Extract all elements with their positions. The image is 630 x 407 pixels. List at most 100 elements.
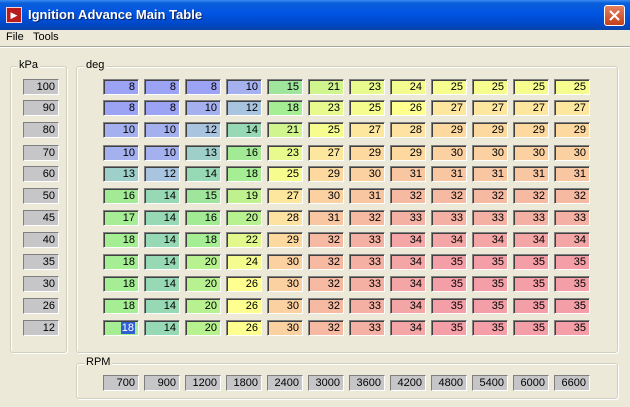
kpa-value-cell[interactable]: 30 — [23, 276, 59, 292]
table-cell[interactable]: 30 — [431, 145, 467, 161]
table-cell[interactable]: 29 — [267, 232, 303, 248]
table-cell[interactable]: 33 — [349, 276, 385, 292]
table-cell[interactable]: 34 — [390, 298, 426, 314]
table-cell[interactable]: 35 — [431, 276, 467, 292]
table-cell[interactable]: 32 — [308, 298, 344, 314]
table-cell[interactable]: 33 — [349, 232, 385, 248]
table-cell[interactable]: 33 — [472, 210, 508, 226]
table-cell[interactable]: 29 — [554, 122, 590, 138]
table-cell[interactable]: 28 — [390, 122, 426, 138]
table-cell[interactable]: 30 — [349, 166, 385, 182]
table-cell[interactable]: 35 — [472, 320, 508, 336]
table-cell[interactable]: 20 — [185, 298, 221, 314]
table-cell[interactable]: 34 — [390, 320, 426, 336]
table-cell[interactable]: 34 — [554, 232, 590, 248]
table-cell[interactable]: 32 — [308, 254, 344, 270]
table-cell[interactable]: 13 — [185, 145, 221, 161]
table-cell[interactable]: 18 — [226, 166, 262, 182]
rpm-value-cell[interactable]: 4200 — [390, 375, 426, 391]
table-cell[interactable]: 12 — [144, 166, 180, 182]
table-cell[interactable]: 14 — [144, 320, 180, 336]
table-cell[interactable]: 35 — [513, 298, 549, 314]
menu-tools[interactable]: Tools — [33, 31, 59, 43]
table-cell[interactable]: 30 — [554, 145, 590, 161]
table-cell[interactable]: 18 — [103, 276, 139, 292]
table-cell[interactable]: 10 — [144, 122, 180, 138]
kpa-value-cell[interactable]: 80 — [23, 122, 59, 138]
rpm-value-cell[interactable]: 5400 — [472, 375, 508, 391]
table-cell[interactable]: 30 — [513, 145, 549, 161]
kpa-value-cell[interactable]: 40 — [23, 232, 59, 248]
table-cell[interactable]: 33 — [554, 210, 590, 226]
table-cell[interactable]: 15 — [267, 79, 303, 95]
table-cell[interactable]: 30 — [308, 188, 344, 204]
rpm-value-cell[interactable]: 3600 — [349, 375, 385, 391]
table-cell[interactable]: 32 — [308, 276, 344, 292]
table-cell[interactable]: 8 — [185, 79, 221, 95]
table-cell[interactable]: 32 — [472, 188, 508, 204]
table-cell[interactable]: 25 — [431, 79, 467, 95]
table-cell[interactable]: 33 — [349, 298, 385, 314]
table-cell[interactable]: 25 — [349, 100, 385, 116]
table-cell[interactable]: 34 — [472, 232, 508, 248]
rpm-value-cell[interactable]: 4800 — [431, 375, 467, 391]
close-button[interactable] — [604, 5, 625, 26]
table-cell[interactable]: 32 — [431, 188, 467, 204]
table-cell[interactable]: 25 — [554, 79, 590, 95]
table-cell[interactable]: 34 — [513, 232, 549, 248]
table-cell[interactable]: 8 — [103, 100, 139, 116]
table-cell[interactable]: 8 — [144, 100, 180, 116]
table-cell[interactable]: 24 — [226, 254, 262, 270]
table-cell[interactable]: 35 — [472, 254, 508, 270]
table-cell[interactable]: 33 — [431, 210, 467, 226]
table-cell[interactable]: 30 — [267, 298, 303, 314]
table-cell[interactable]: 35 — [472, 298, 508, 314]
table-cell[interactable]: 26 — [226, 276, 262, 292]
table-cell[interactable]: 25 — [472, 79, 508, 95]
table-cell[interactable]: 31 — [472, 166, 508, 182]
table-cell[interactable]: 32 — [390, 188, 426, 204]
table-cell[interactable]: 15 — [185, 188, 221, 204]
table-cell[interactable]: 35 — [554, 298, 590, 314]
table-cell[interactable]: 14 — [226, 122, 262, 138]
table-cell[interactable]: 29 — [431, 122, 467, 138]
table-cell[interactable]: 8 — [103, 79, 139, 95]
table-cell[interactable]: 33 — [513, 210, 549, 226]
selected-cell-text[interactable]: 18 — [120, 322, 135, 334]
table-cell[interactable]: 31 — [308, 210, 344, 226]
table-cell[interactable]: 13 — [103, 166, 139, 182]
table-cell[interactable]: 31 — [390, 166, 426, 182]
table-cell[interactable]: 25 — [513, 79, 549, 95]
app-icon[interactable]: ▶ — [6, 7, 22, 23]
table-cell[interactable]: 20 — [185, 276, 221, 292]
table-cell[interactable]: 18 — [103, 254, 139, 270]
table-cell[interactable]: 14 — [144, 232, 180, 248]
table-cell[interactable]: 18 — [103, 232, 139, 248]
table-cell[interactable]: 10 — [144, 145, 180, 161]
table-cell[interactable]: 35 — [431, 298, 467, 314]
kpa-value-cell[interactable]: 45 — [23, 210, 59, 226]
table-cell[interactable]: 14 — [185, 166, 221, 182]
table-cell[interactable]: 21 — [308, 79, 344, 95]
table-cell[interactable]: 27 — [349, 122, 385, 138]
table-cell[interactable]: 32 — [554, 188, 590, 204]
table-cell[interactable]: 31 — [431, 166, 467, 182]
table-cell[interactable]: 14 — [144, 188, 180, 204]
kpa-value-cell[interactable]: 35 — [23, 254, 59, 270]
table-cell[interactable]: 32 — [308, 232, 344, 248]
rpm-value-cell[interactable]: 6600 — [554, 375, 590, 391]
table-cell[interactable]: 16 — [103, 188, 139, 204]
table-cell[interactable]: 16 — [185, 210, 221, 226]
table-cell[interactable]: 29 — [349, 145, 385, 161]
table-cell[interactable]: 31 — [554, 166, 590, 182]
table-cell[interactable]: 12 — [185, 122, 221, 138]
kpa-value-cell[interactable]: 50 — [23, 188, 59, 204]
rpm-value-cell[interactable]: 6000 — [513, 375, 549, 391]
table-cell[interactable]: 27 — [554, 100, 590, 116]
table-cell[interactable]: 34 — [431, 232, 467, 248]
table-cell[interactable]: 14 — [144, 254, 180, 270]
table-cell[interactable]: 32 — [513, 188, 549, 204]
table-cell[interactable]: 25 — [308, 122, 344, 138]
table-cell[interactable]: 31 — [513, 166, 549, 182]
table-cell[interactable]: 34 — [390, 276, 426, 292]
